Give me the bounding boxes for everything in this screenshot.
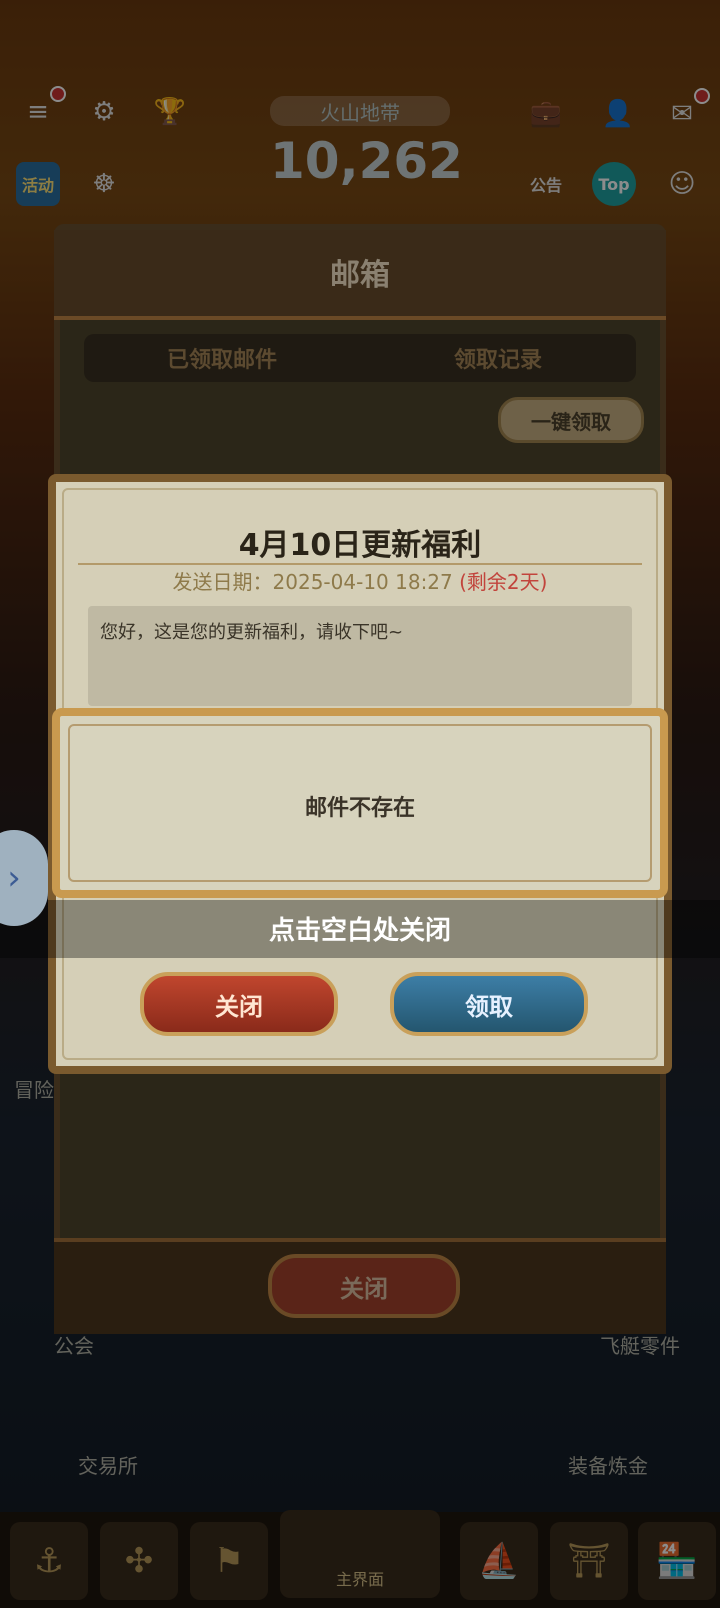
mailbox-close-button[interactable]: 关闭 [268,1254,460,1318]
mail-date: 发送日期：2025-04-10 18:27 (剩余2天) [48,566,672,595]
date-value: 2025-04-10 18:27 [272,570,453,594]
tab-claimed-mail[interactable]: 已领取邮件 [84,334,360,382]
close-hint: 点击空白处关闭 [268,916,451,946]
mail-body-text: 您好，这是您的更新福利，请收下吧~ [100,622,404,643]
claim-all-button[interactable]: 一键领取 [498,397,644,443]
mail-title: 4月10日更新福利 [238,528,482,563]
mailbox-tabs: 已领取邮件 领取记录 [84,334,636,382]
divider [78,563,642,565]
close-button[interactable]: 关闭 [140,972,338,1036]
side-expand-chevron-icon[interactable]: › [0,830,48,926]
date-label: 发送日期： [172,570,273,594]
mailbox-title: 邮箱 [330,258,390,293]
claim-button[interactable]: 领取 [390,972,588,1036]
tab-claim-records[interactable]: 领取记录 [360,334,636,382]
toast-message: 邮件不存在 [304,796,415,821]
remaining-days: (剩余2天) [459,570,548,594]
